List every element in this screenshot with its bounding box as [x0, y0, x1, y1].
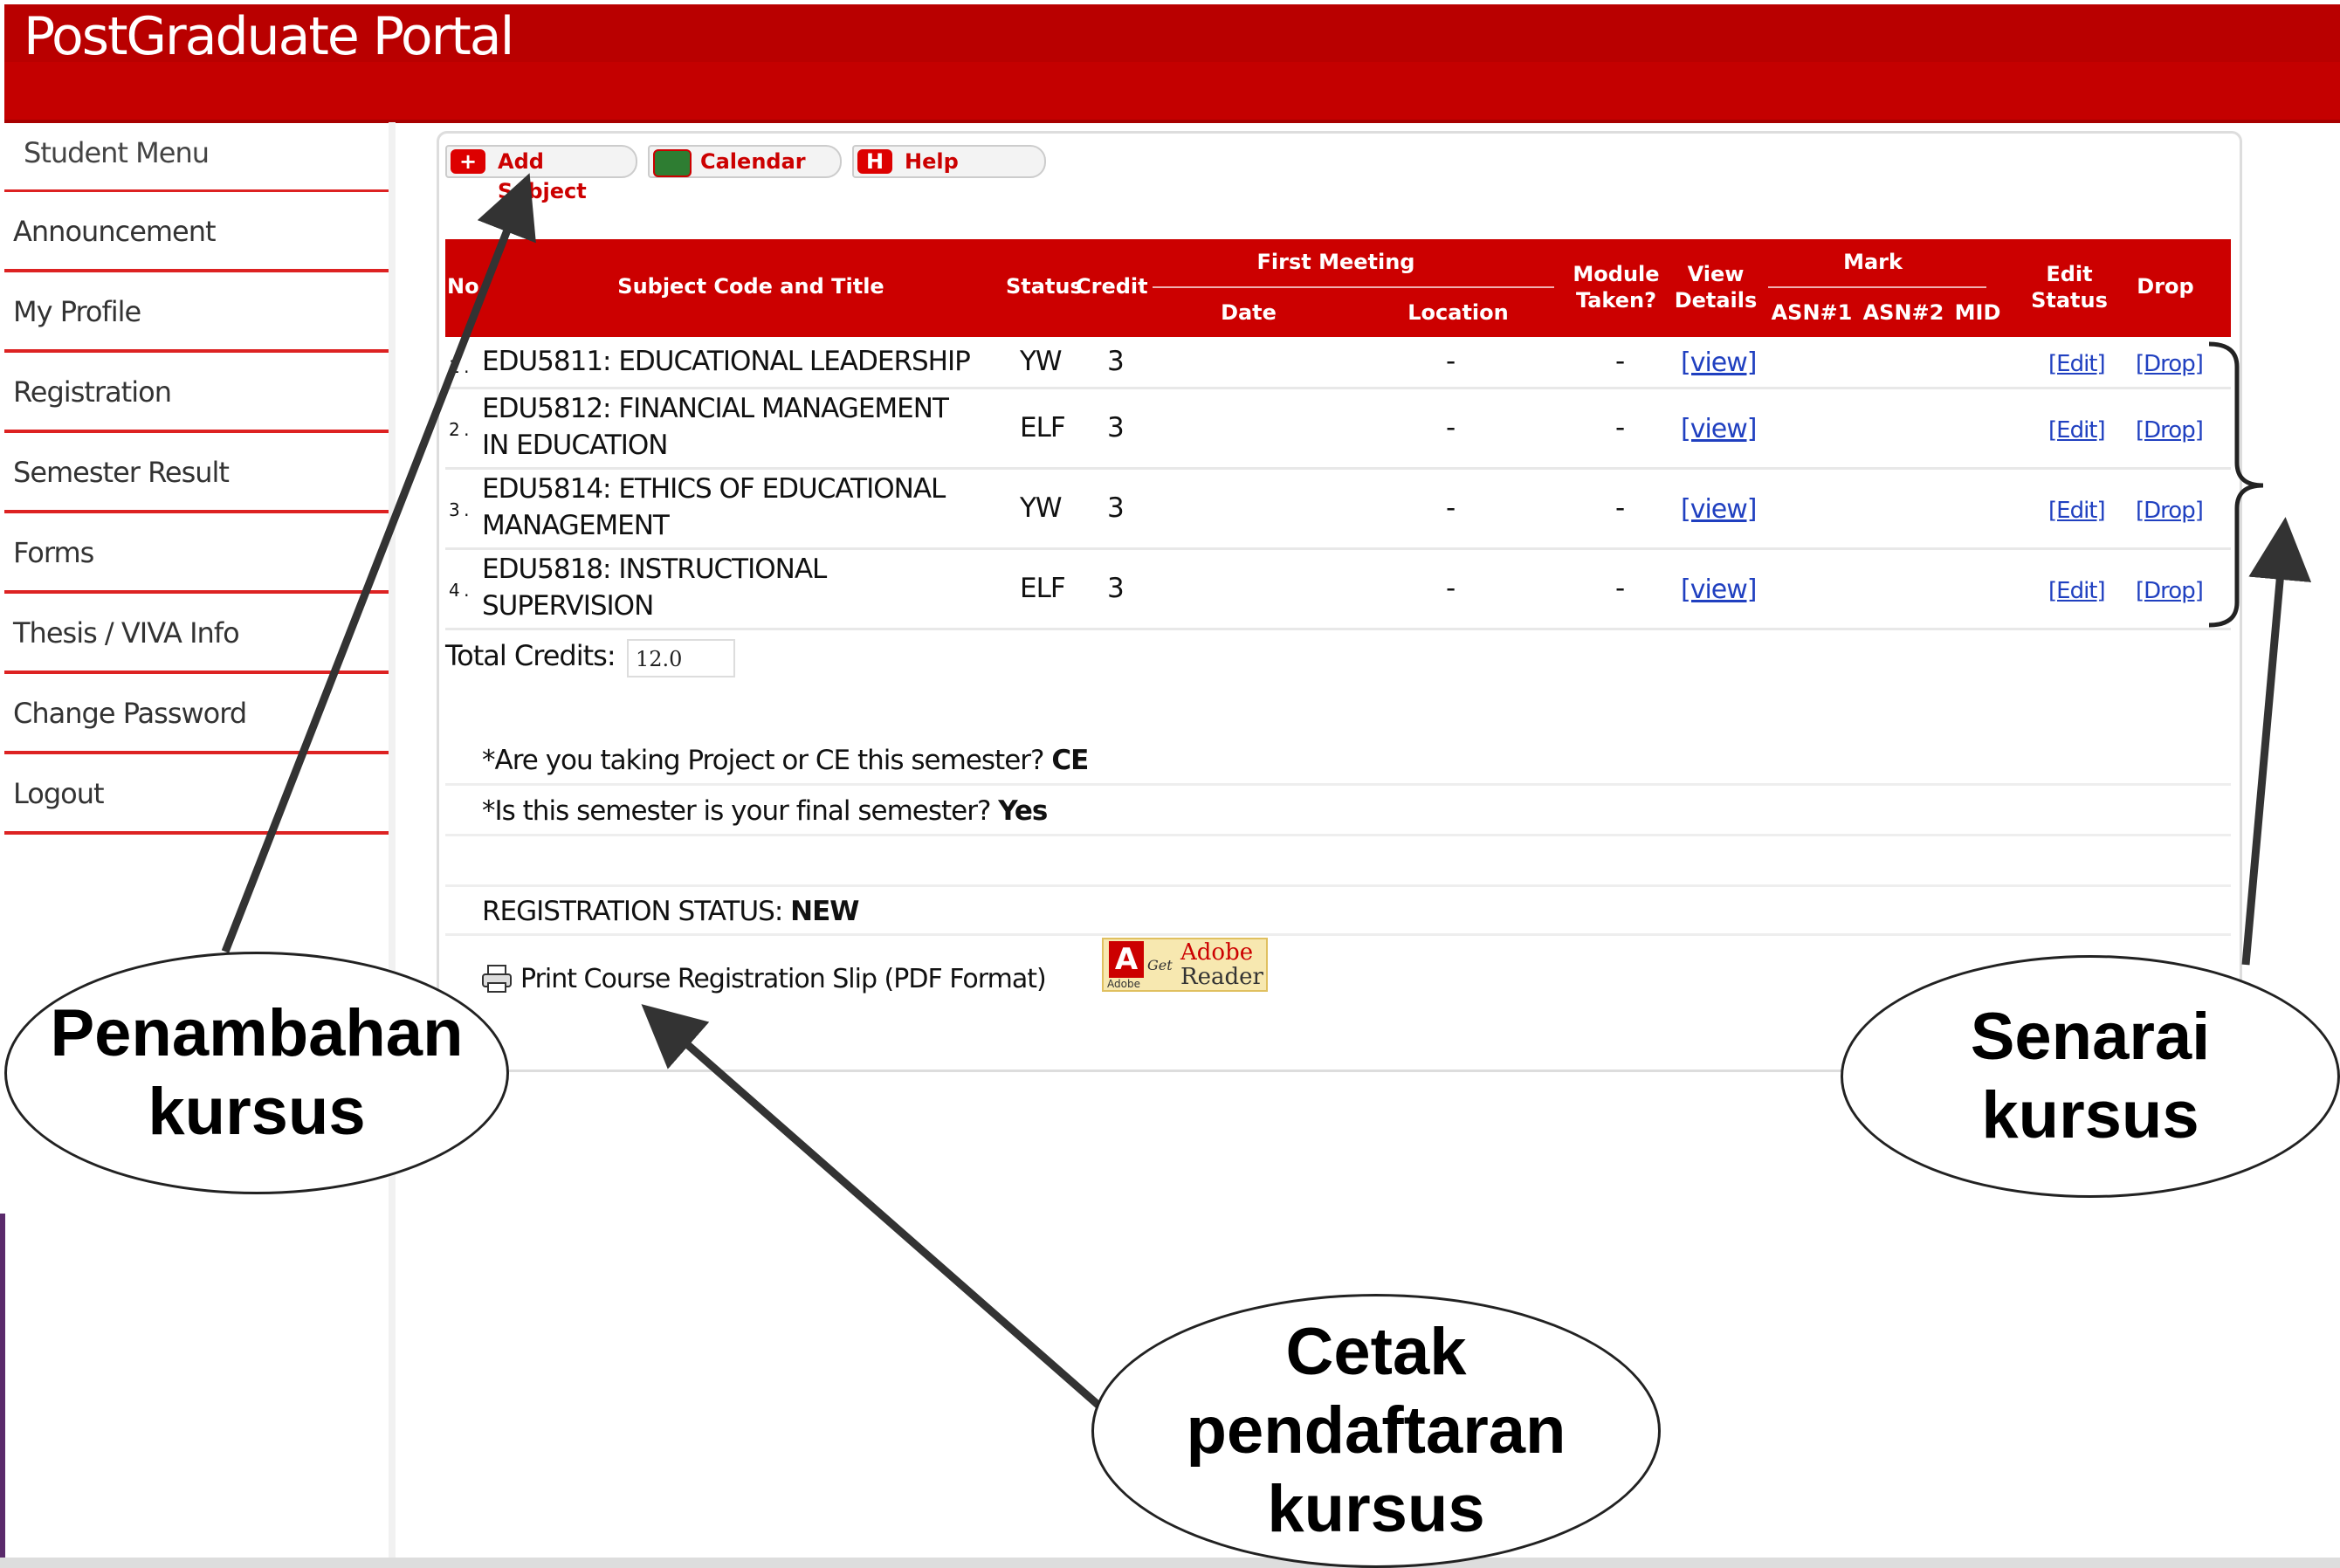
add-course-callout-line2: kursus [148, 1075, 366, 1149]
print-registration-callout-line2: pendaftaran [1186, 1393, 1566, 1468]
print-registration-callout: Cetak pendaftaran kursus [1091, 1294, 1661, 1568]
arrow-to-add-subject [221, 173, 536, 953]
print-registration-callout-line3: kursus [1267, 1471, 1485, 1546]
arrow-to-course-list [2241, 517, 2312, 966]
add-course-callout-line1: Penambahan [50, 996, 464, 1071]
annotation-overlay [221, 173, 2312, 1418]
add-course-callout: Penambahan kursus [4, 952, 509, 1194]
course-list-callout: Senarai kursus [1841, 955, 2340, 1198]
print-registration-callout-line1: Cetak [1285, 1315, 1467, 1390]
course-list-callout-line1: Senarai [1970, 1000, 2211, 1075]
course-list-callout-line2: kursus [1981, 1078, 2199, 1152]
course-list-brace [2208, 341, 2264, 628]
arrow-to-print-slip [641, 1004, 1112, 1418]
